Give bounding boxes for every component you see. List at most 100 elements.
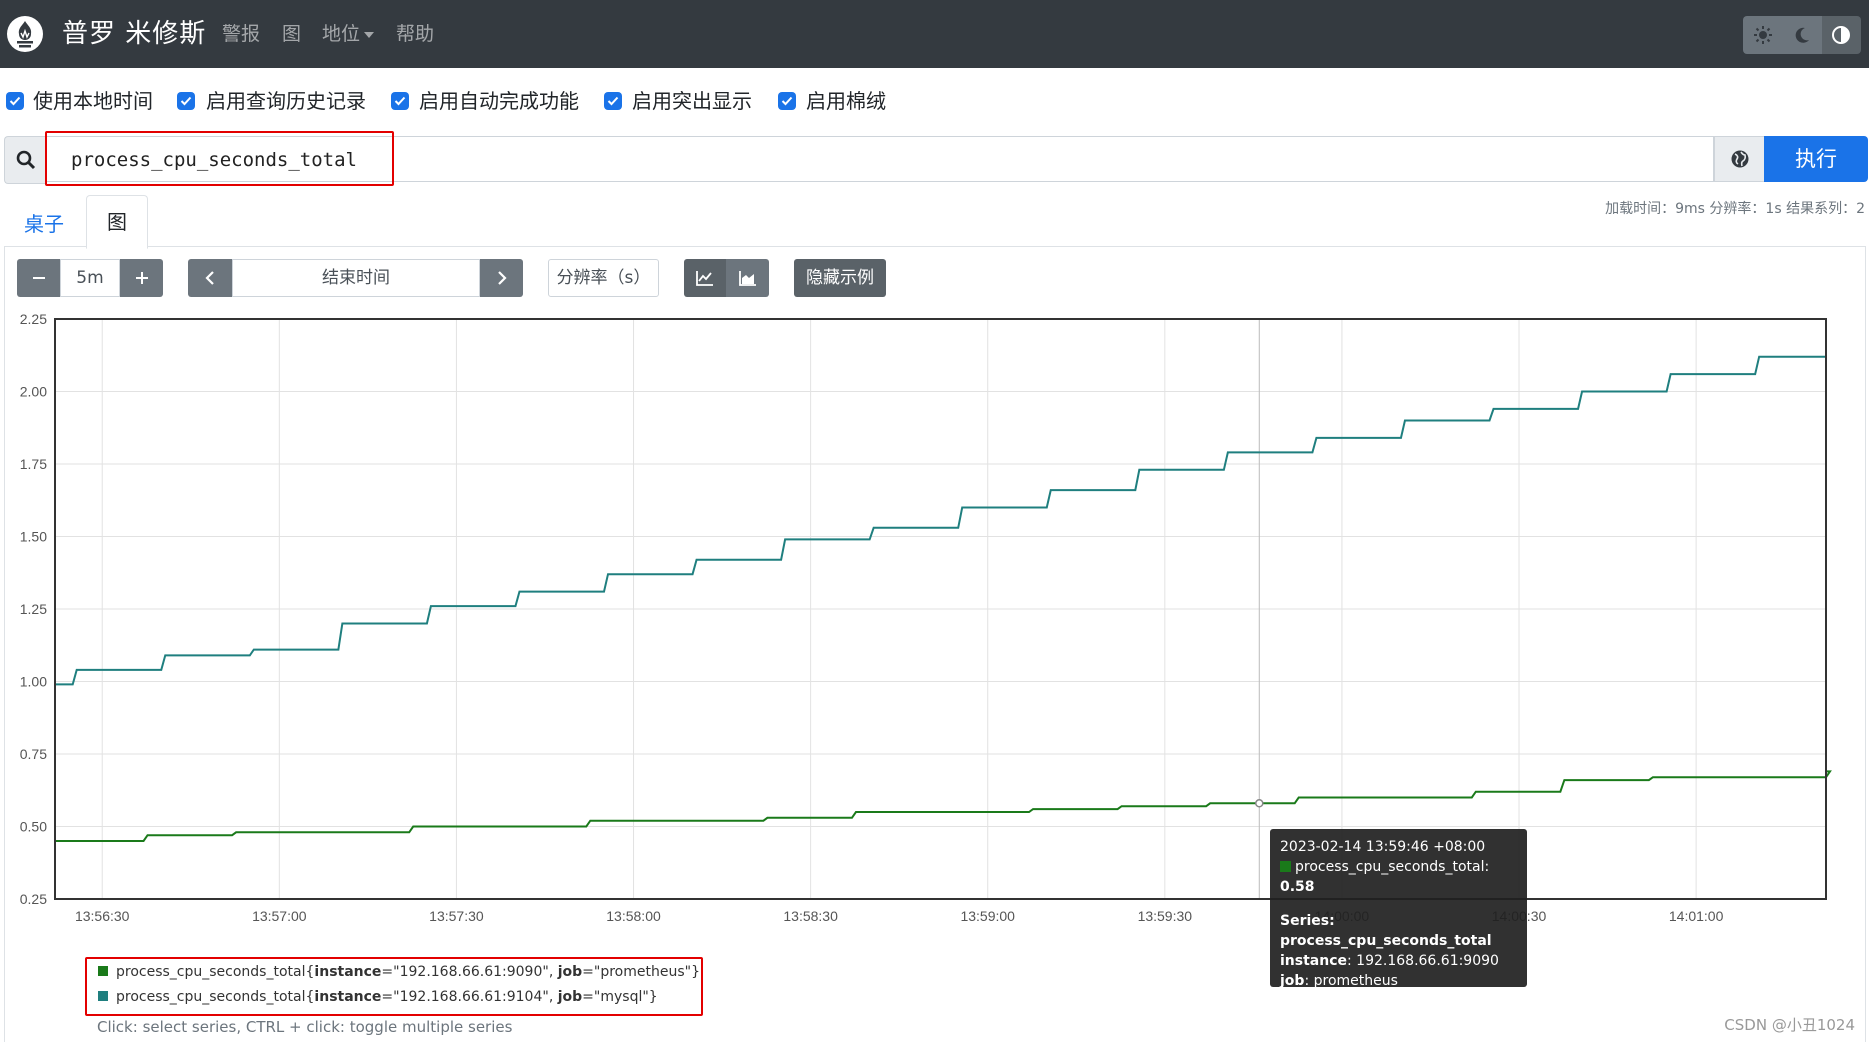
check-icon <box>394 96 406 106</box>
metrics-explorer-button[interactable] <box>1714 136 1766 182</box>
autocomplete-label[interactable]: 启用自动完成功能 <box>419 89 579 113</box>
tooltip-instance-key: instance <box>1280 953 1347 969</box>
prometheus-logo-icon[interactable] <box>6 15 44 53</box>
stacked-chart-button[interactable] <box>726 259 769 297</box>
minus-icon <box>32 277 45 279</box>
contrast-icon <box>1832 26 1851 44</box>
legend-label-key: instance <box>314 964 382 980</box>
globe-icon <box>1731 150 1749 168</box>
end-time-forward-button[interactable] <box>480 259 523 297</box>
query-row: process_cpu_seconds_total 执行 <box>4 136 1868 184</box>
y-tick-label: 1.00 <box>20 674 47 690</box>
line-chart-icon <box>696 271 713 286</box>
nav-graph[interactable]: 图 <box>282 22 301 46</box>
tooltip-series-label: Series: <box>1280 913 1335 929</box>
range-increase-button[interactable] <box>120 259 163 297</box>
search-icon <box>16 150 36 170</box>
theme-dark-button[interactable] <box>1782 16 1822 54</box>
tab-table[interactable]: 桌子 <box>24 208 64 237</box>
tooltip-metric: process_cpu_seconds_total <box>1295 859 1485 875</box>
x-tick-label: 13:57:30 <box>429 908 484 924</box>
query-input[interactable]: process_cpu_seconds_total <box>46 136 1714 182</box>
legend-job: "mysql" <box>593 989 649 1005</box>
legend-label-key: job <box>557 989 583 1005</box>
tooltip-job: job: prometheus <box>1280 973 1398 989</box>
nav-status[interactable]: 地位 <box>322 22 375 46</box>
navbar: 普罗 米修斯 警报 图 地位 帮助 <box>0 0 1869 68</box>
brand-title[interactable]: 普罗 米修斯 <box>62 18 206 50</box>
range-decrease-button[interactable] <box>17 259 60 297</box>
chevron-left-icon <box>205 271 214 285</box>
tooltip-instance-value: 192.168.66.61:9090 <box>1356 953 1499 969</box>
execute-button[interactable]: 执行 <box>1764 136 1868 182</box>
legend-color-swatch <box>98 991 108 1001</box>
y-tick-label: 0.25 <box>20 891 47 907</box>
highlight-checkbox[interactable] <box>604 92 622 110</box>
highlight-label[interactable]: 启用突出显示 <box>632 89 752 113</box>
query-stats: 加载时间：9ms 分辨率：1s 结果系列：2 <box>1605 201 1865 217</box>
query-history-label[interactable]: 启用查询历史记录 <box>206 89 366 113</box>
theme-toggle-group <box>1743 16 1861 54</box>
x-tick-label: 13:59:00 <box>960 908 1015 924</box>
tooltip-value: 0.58 <box>1280 879 1315 895</box>
legend-job: "prometheus" <box>593 964 692 980</box>
sun-icon <box>1753 26 1772 44</box>
graph-chart[interactable]: 0.25 0.50 0.75 1.00 1.25 1.50 1.75 2.00 2.25 13:5… <box>0 300 1869 940</box>
y-tick-label: 2.00 <box>20 384 47 400</box>
nav-status-label: 地位 <box>322 23 361 45</box>
x-tick-label: 13:58:00 <box>606 908 661 924</box>
linter-checkbox[interactable] <box>778 92 796 110</box>
check-icon <box>607 96 619 106</box>
legend-hint: Click: select series, CTRL + click: togg… <box>97 1018 513 1036</box>
y-tick-label: 1.50 <box>20 529 47 545</box>
search-addon <box>4 136 47 184</box>
legend-instance: "192.168.66.61:9104" <box>393 989 549 1005</box>
y-tick-label: 0.75 <box>20 746 47 762</box>
hover-point <box>1255 799 1264 808</box>
hide-exemplars-button[interactable]: 隐藏示例 <box>794 259 886 297</box>
legend-item[interactable]: process_cpu_seconds_total{instance="192.… <box>98 989 658 1005</box>
y-tick-label: 2.25 <box>20 311 47 327</box>
x-tick-label: 14:01:00 <box>1669 908 1724 924</box>
tooltip-series-name: process_cpu_seconds_total <box>1280 933 1492 949</box>
legend-metric: process_cpu_seconds_total <box>116 964 306 980</box>
plus-icon <box>135 272 148 284</box>
x-tick-label: 13:57:00 <box>252 908 307 924</box>
theme-light-button[interactable] <box>1743 16 1783 54</box>
line-chart-button[interactable] <box>684 259 726 297</box>
y-tick-label: 0.50 <box>20 819 47 835</box>
nav-help[interactable]: 帮助 <box>396 22 434 46</box>
watermark: CSDN @小丑1024 <box>1724 1016 1855 1034</box>
tab-graph[interactable]: 图 <box>86 195 148 249</box>
theme-auto-button[interactable] <box>1821 16 1861 54</box>
check-icon <box>781 96 793 106</box>
nav-alerts[interactable]: 警报 <box>222 22 260 46</box>
query-history-checkbox[interactable] <box>177 92 195 110</box>
resolution-input[interactable]: 分辨率（s） <box>548 259 659 297</box>
legend-metric: process_cpu_seconds_total <box>116 989 306 1005</box>
check-icon <box>9 96 21 106</box>
x-tick-label: 13:58:30 <box>783 908 838 924</box>
tooltip-instance: instance: 192.168.66.61:9090 <box>1280 953 1499 969</box>
y-tick-label: 1.25 <box>20 601 47 617</box>
end-time-input[interactable]: 结束时间 <box>232 259 480 297</box>
end-time-back-button[interactable] <box>188 259 232 297</box>
tooltip-time: 2023-02-14 13:59:46 +08:00 <box>1280 839 1486 855</box>
moon-icon <box>1795 27 1809 43</box>
tooltip-value-row: process_cpu_seconds_total: 0.58 <box>1280 859 1490 895</box>
chevron-down-icon <box>364 31 375 38</box>
linter-label[interactable]: 启用棉绒 <box>806 89 886 113</box>
y-tick-label: 1.75 <box>20 456 47 472</box>
local-time-checkbox[interactable] <box>6 92 24 110</box>
legend-instance: "192.168.66.61:9090" <box>393 964 549 980</box>
tooltip-job-key: job <box>1280 973 1305 989</box>
local-time-label[interactable]: 使用本地时间 <box>33 89 153 113</box>
area-chart-icon <box>738 271 756 286</box>
tooltip-color-swatch <box>1280 861 1291 872</box>
tab-divider <box>4 246 1866 247</box>
autocomplete-checkbox[interactable] <box>391 92 409 110</box>
x-tick-label: 13:56:30 <box>75 908 130 924</box>
chevron-right-icon <box>497 271 507 285</box>
legend-item[interactable]: process_cpu_seconds_total{instance="192.… <box>98 964 700 980</box>
range-input[interactable]: 5m <box>60 259 120 297</box>
